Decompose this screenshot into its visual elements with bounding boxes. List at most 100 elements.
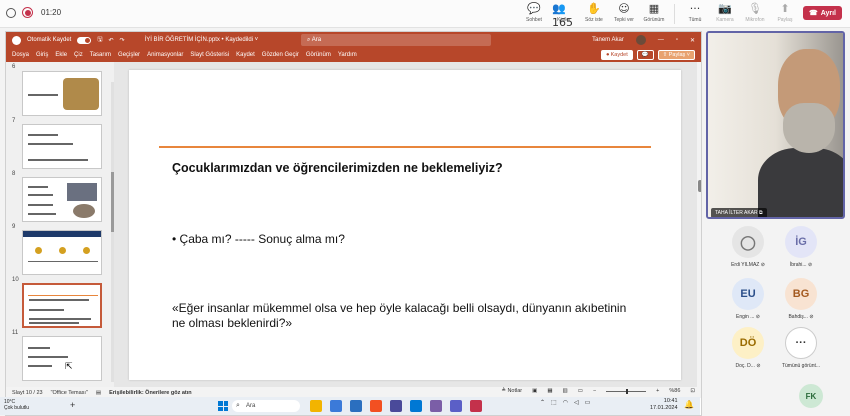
taskbar-app-icon[interactable] xyxy=(370,400,382,412)
menu-item[interactable]: Tasarım xyxy=(90,52,111,58)
notification-icon[interactable]: 🔔 xyxy=(684,400,694,409)
menu-item[interactable]: Giriş xyxy=(36,52,48,58)
windows-taskbar: 10°C Çok bulutlu + Ara ⌃ ⬚ ◠ ◁ ▭ 10:41 1… xyxy=(0,397,700,415)
taskbar-app-icon[interactable] xyxy=(410,400,422,412)
taskbar-clock[interactable]: 10:41 17.01.2024 xyxy=(650,398,678,412)
leave-button[interactable]: ☎ Ayrıl xyxy=(802,6,842,20)
camera-icon: 📷 xyxy=(718,2,732,15)
ppt-search-input[interactable]: ⌕ Ara xyxy=(301,34,491,46)
participant-tile[interactable]: ··· Tümünü görünt... xyxy=(766,327,836,369)
record-button[interactable]: ⏺ Kaydet xyxy=(601,50,633,60)
chevron-up-icon[interactable]: ⌃ xyxy=(540,399,545,406)
chat-icon: 💬 xyxy=(527,2,541,15)
redo-icon[interactable]: ↷ xyxy=(120,37,125,44)
slide-bullet[interactable]: • Çaba mı? ----- Sonuç alma mı? xyxy=(172,232,345,246)
ppt-user-avatar[interactable] xyxy=(635,35,646,45)
undo-icon[interactable]: ↶ xyxy=(108,37,113,44)
thumbnail-11[interactable]: ⇱ xyxy=(22,336,102,381)
maximize-icon[interactable]: ▫ xyxy=(676,37,678,43)
slide-counter: Slayt 10 / 23 xyxy=(12,389,43,396)
raise-hand-icon: ✋ xyxy=(587,2,601,15)
notes-button[interactable]: ≜ Notlar xyxy=(501,388,522,394)
thumbnail-9[interactable] xyxy=(22,230,102,275)
thumbnail-7[interactable] xyxy=(22,124,102,169)
raise-hand-button[interactable]: ✋ Söz iste xyxy=(582,2,606,24)
react-icon: ☺ xyxy=(618,2,630,15)
battery-icon[interactable]: ▭ xyxy=(585,399,591,406)
participant-name: Engin ... ⊘ xyxy=(736,314,760,320)
avatar-initials: ··· xyxy=(795,337,807,349)
menu-item[interactable]: Yardım xyxy=(338,52,357,58)
participant-name: İbrahi... ⊘ xyxy=(789,262,813,268)
language-icon[interactable]: ▤ xyxy=(96,390,101,396)
zoom-slider[interactable] xyxy=(606,388,647,394)
presenter-video[interactable]: TAHA İLTER AKAR ⧉ xyxy=(706,31,845,219)
menu-item[interactable]: Dosya xyxy=(12,52,29,58)
thumb-number: 9 xyxy=(12,224,16,230)
taskbar-app-icon[interactable] xyxy=(330,400,342,412)
weather-widget[interactable]: 10°C Çok bulutlu xyxy=(4,399,29,411)
reading-view-icon[interactable]: ▥ xyxy=(563,388,568,394)
normal-view-icon[interactable]: ▣ xyxy=(532,388,537,394)
taskbar-apps xyxy=(310,400,482,412)
new-tab-icon[interactable]: + xyxy=(70,400,75,410)
thumb-number: 10 xyxy=(12,277,19,283)
menu-item[interactable]: Slayt Gösterisi xyxy=(190,52,229,58)
filename[interactable]: İYİ BİR ÖĞRETİM İÇİN.pptx • Kaydedildi ˅ xyxy=(145,37,259,43)
more-button[interactable]: ··· Tümü xyxy=(683,2,707,24)
comment-button[interactable]: 💬 xyxy=(636,50,654,60)
people-button[interactable]: 👥165 Kişiler xyxy=(552,2,576,29)
menu-item[interactable]: Ekle xyxy=(55,52,67,58)
thumbnail-10-active[interactable] xyxy=(22,283,102,328)
menu-item[interactable]: Kaydet xyxy=(236,52,255,58)
minimize-icon[interactable]: — xyxy=(658,37,664,43)
zoom-in-icon[interactable]: + xyxy=(656,388,659,394)
avatar-fk[interactable]: FK xyxy=(799,384,823,408)
chat-button[interactable]: 💬 Sohbet xyxy=(522,2,546,24)
autosave-toggle[interactable] xyxy=(77,36,92,44)
slide-sorter-icon[interactable]: ▦ xyxy=(547,388,552,394)
slide-title[interactable]: Çocuklarımızdan ve öğrencilerimizden ne … xyxy=(172,161,503,175)
teams-tray-icon[interactable]: ⬚ xyxy=(551,399,557,406)
share-button[interactable]: ⇧ Paylaş ˅ xyxy=(657,50,695,60)
thumbnail-8[interactable] xyxy=(22,177,102,222)
avatar: ··· xyxy=(785,327,817,359)
menu-item[interactable]: Görünüm xyxy=(306,52,331,58)
slide-scrollbar[interactable] xyxy=(697,62,701,387)
menu-item[interactable]: Animasyonlar xyxy=(147,52,183,58)
view-button[interactable]: ▦ Görünüm xyxy=(642,2,666,24)
volume-icon[interactable]: ◁ xyxy=(574,399,579,406)
current-slide[interactable]: Çocuklarımızdan ve öğrencilerimizden ne … xyxy=(129,70,681,380)
slide-quote[interactable]: «Eğer insanlar mükemmel olsa ve hep öyle… xyxy=(172,301,642,331)
taskbar-app-icon[interactable] xyxy=(390,400,402,412)
fit-slide-icon[interactable]: ⊡ xyxy=(690,388,695,394)
save-icon[interactable]: 🖫 xyxy=(97,35,102,45)
taskbar-app-icon[interactable] xyxy=(310,400,322,412)
windows-start-icon[interactable] xyxy=(218,401,228,411)
taskbar-search[interactable]: Ara xyxy=(232,400,300,412)
participant-tile[interactable]: BG Bahdiş... ⊘ xyxy=(766,278,836,320)
taskbar-app-icon[interactable] xyxy=(430,400,442,412)
close-icon[interactable]: ✕ xyxy=(690,37,695,44)
menu-item[interactable]: Gözden Geçir xyxy=(262,52,299,58)
taskbar-app-icon[interactable] xyxy=(450,400,462,412)
ppt-workspace: 6 7 8 9 10 11 ⇱ Çocuklarımızdan ve öğren… xyxy=(6,62,701,387)
share-icon: ⬆ xyxy=(780,2,790,15)
accessibility-status[interactable]: Erişilebilirlik: Önerilere göz atın xyxy=(109,390,192,396)
camera-button[interactable]: 📷 Kamera xyxy=(713,2,737,24)
taskbar-app-icon[interactable] xyxy=(470,400,482,412)
menu-item[interactable]: Geçişler xyxy=(118,52,140,58)
taskbar-search-placeholder: Ara xyxy=(246,403,256,409)
taskbar-app-icon[interactable] xyxy=(350,400,362,412)
react-button[interactable]: ☺ Tepki ver xyxy=(612,2,636,24)
slideshow-icon[interactable]: ▭ xyxy=(578,388,583,394)
wifi-icon[interactable]: ◠ xyxy=(563,399,568,406)
menu-item[interactable]: Çiz xyxy=(74,52,83,58)
mic-button[interactable]: 🎙 Mikrofon xyxy=(743,2,767,24)
zoom-level[interactable]: %86 xyxy=(669,388,680,394)
share-button[interactable]: ⬆ Paylaş xyxy=(773,2,797,24)
thumbnail-6[interactable] xyxy=(22,71,102,116)
zoom-out-icon[interactable]: − xyxy=(593,388,596,394)
slide-divider xyxy=(159,146,651,148)
participant-tile[interactable]: İG İbrahi... ⊘ xyxy=(766,226,836,268)
